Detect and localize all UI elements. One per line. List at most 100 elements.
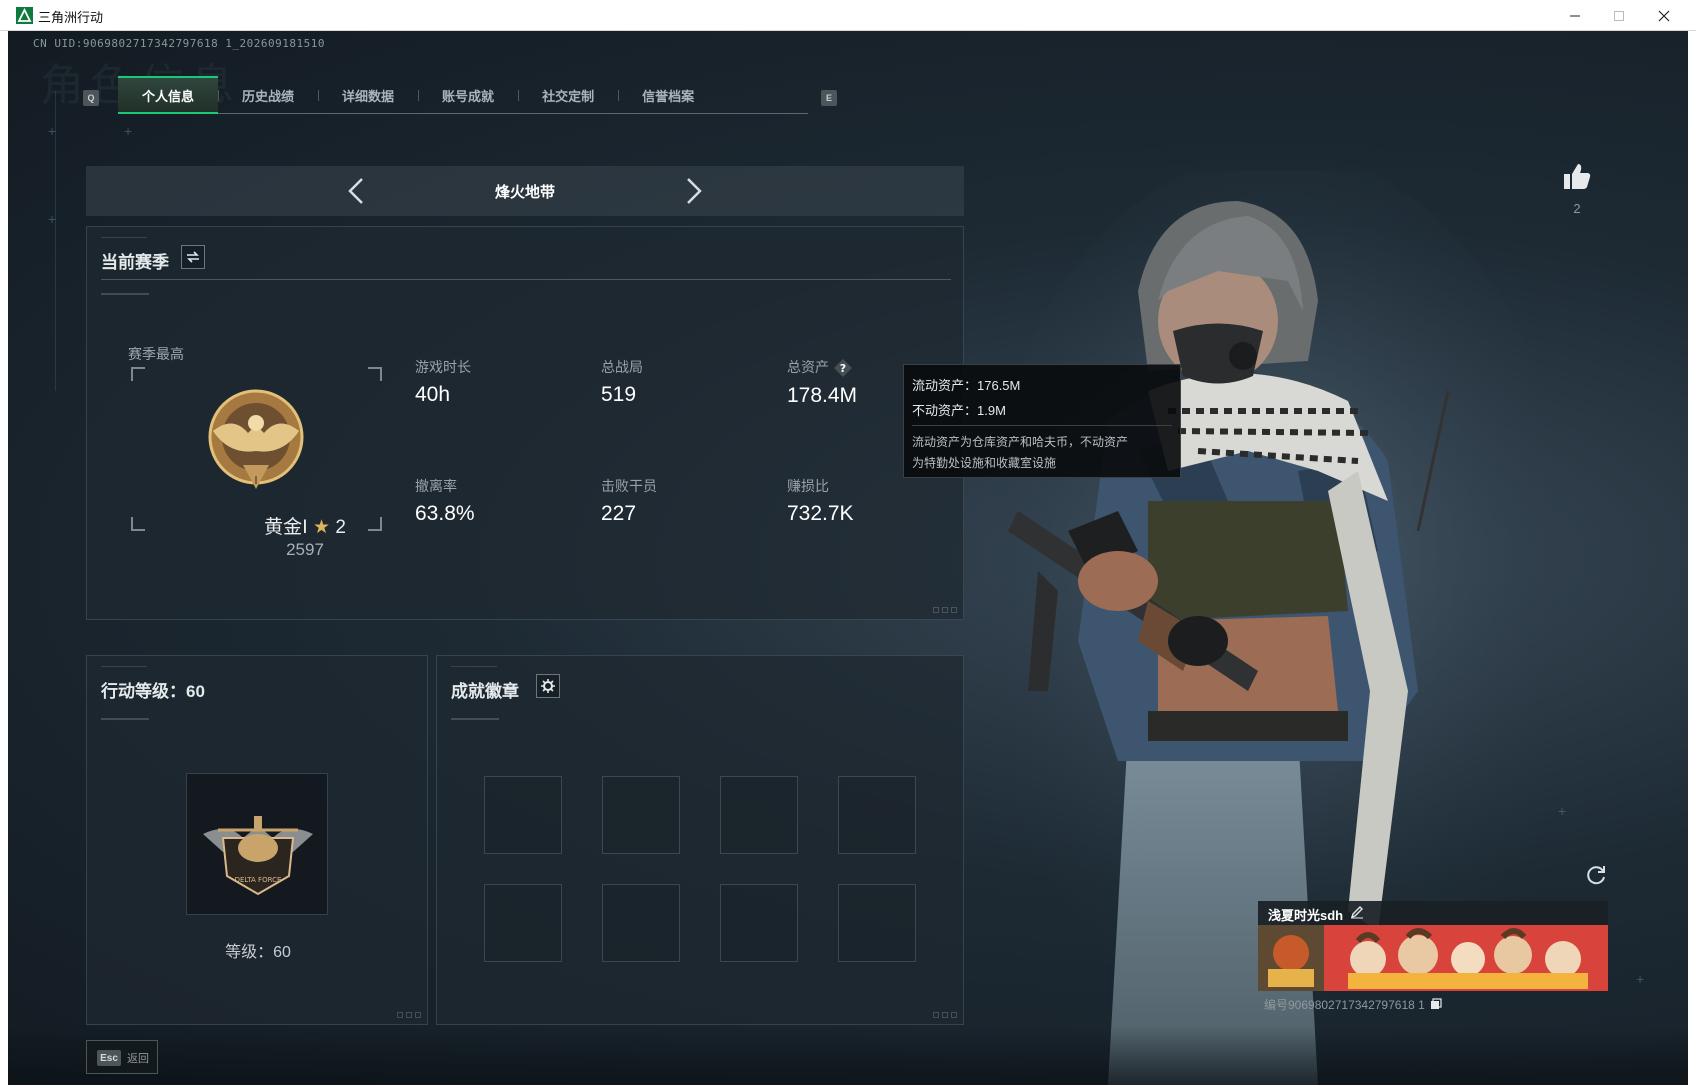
achievement-slot[interactable]: [602, 884, 680, 962]
copy-id-button[interactable]: [1430, 998, 1442, 1013]
season-switch-button[interactable]: [181, 245, 205, 269]
like-button[interactable]: [1561, 161, 1593, 193]
achievement-slot[interactable]: [720, 884, 798, 962]
achievement-slot[interactable]: [838, 776, 916, 854]
game-viewport: 角色信息 CN UID:9069802717342797618 1_202609…: [8, 31, 1688, 1085]
stat-value: 732.7K: [787, 502, 854, 525]
level-emblem: DELTA FORCE: [186, 773, 328, 915]
stat-value: 178.4M: [787, 384, 858, 408]
minimize-button[interactable]: [1553, 4, 1597, 28]
stat-label-row: 总资产?: [787, 357, 857, 378]
tooltip-liquid-assets: 流动资产：176.5M: [912, 378, 1021, 393]
like-count: 2: [1573, 201, 1581, 216]
esc-key: Esc: [97, 1050, 121, 1066]
mode-next-button[interactable]: [679, 176, 709, 206]
achievement-slot[interactable]: [484, 776, 562, 854]
panel-corner-deco: [933, 607, 957, 613]
player-name: 浅夏时光sdh: [1268, 908, 1344, 923]
tooltip-divider: [912, 425, 1172, 426]
back-button[interactable]: Esc 返回: [86, 1040, 158, 1074]
level-value: 等级：60: [225, 944, 291, 961]
tab-credit-record[interactable]: 信誉档案: [618, 76, 718, 114]
stat-label: 撤离率: [415, 478, 457, 494]
tab-label: 社交定制: [542, 88, 595, 104]
gold-rank-emblem-icon: I: [208, 389, 304, 489]
tab-detailed-data[interactable]: 详细数据: [318, 76, 418, 114]
gear-icon: [541, 679, 555, 693]
svg-text:I: I: [254, 474, 257, 487]
tab-social-customization[interactable]: 社交定制: [518, 76, 618, 114]
panel-deco: [101, 293, 149, 295]
achievement-slot[interactable]: [484, 884, 562, 962]
maximize-button[interactable]: [1597, 4, 1641, 28]
season-best-rank: 黄金Ⅰ ★ 2: [205, 512, 405, 539]
achievement-slot[interactable]: [720, 776, 798, 854]
deco-plus: +: [1558, 803, 1567, 819]
tab-label: 详细数据: [342, 88, 395, 104]
player-id-text: 编号9069802717342797618 1: [1264, 998, 1425, 1012]
panel-corner-deco: [397, 1012, 421, 1018]
maximize-icon: [1614, 11, 1624, 21]
action-level-header: 行动等级：60: [101, 682, 205, 701]
tooltip-fixed-assets: 不动资产：1.9M: [912, 403, 1006, 418]
refresh-icon: [1587, 866, 1605, 885]
title-bar: 三角洲行动: [0, 0, 1696, 31]
panel-deco: [101, 237, 147, 238]
edit-name-button[interactable]: [1350, 905, 1364, 924]
profile-banner-image[interactable]: [1258, 925, 1608, 991]
tooltip-description: 流动资产为仓库资产和哈夫币，不动资产: [912, 435, 1129, 449]
back-label: 返回: [127, 1053, 149, 1065]
frame-corner: [131, 367, 145, 381]
stat-play-time: 游戏时长 40h: [415, 357, 471, 407]
game-window: 三角洲行动 角色信息 CN UID:9069802717342797618 1_…: [0, 0, 1696, 1089]
stat-label: 总资产: [787, 359, 829, 375]
refresh-button[interactable]: [1584, 863, 1608, 887]
deco-line: [55, 91, 56, 391]
window-title: 三角洲行动: [38, 10, 104, 25]
stat-value: 519: [601, 383, 637, 406]
achievement-slot[interactable]: [602, 776, 680, 854]
action-level-panel: 行动等级：60 DELTA FORCE 等级：60: [86, 655, 428, 1025]
season-best-label: 赛季最高: [128, 346, 184, 362]
minimize-icon: [1570, 15, 1580, 17]
stat-value: 40h: [415, 383, 451, 406]
achievement-settings-button[interactable]: [536, 674, 560, 698]
tab-label: 历史战绩: [242, 88, 295, 104]
stat-label: 击败干员: [601, 478, 657, 494]
current-season-panel: 当前赛季 赛季最高 I 黄金Ⅰ ★ 2 2597 游戏时长 40h 总战局 51…: [86, 226, 964, 620]
tab-label: 信誉档案: [642, 88, 695, 104]
deco-plus: +: [1636, 971, 1645, 987]
tab-personal-info[interactable]: 个人信息: [118, 76, 219, 114]
panel-deco: [101, 718, 149, 720]
tab-bar: 个人信息 历史战绩 详细数据 账号成就 社交定制 信誉档案: [118, 76, 808, 114]
stat-total-matches: 总战局 519: [601, 357, 643, 407]
divider: [101, 279, 951, 280]
tooltip-description: 为特勤处设施和收藏室设施: [912, 456, 1057, 470]
stat-value: 227: [601, 502, 637, 525]
star-icon: ★: [312, 517, 331, 538]
close-icon: [1658, 10, 1670, 22]
svg-text:?: ?: [840, 362, 846, 375]
close-button[interactable]: [1642, 4, 1686, 28]
chevron-right-icon: [687, 178, 702, 204]
player-id: 编号9069802717342797618 1: [1264, 996, 1442, 1013]
stat-value: 63.8%: [415, 502, 475, 525]
frame-corner: [131, 517, 145, 531]
achievement-slot[interactable]: [838, 884, 916, 962]
panel-corner-deco: [933, 1012, 957, 1018]
deco-plus: +: [124, 123, 133, 139]
tab-prev-key[interactable]: Q: [83, 90, 99, 106]
tab-account-achievements[interactable]: 账号成就: [418, 76, 518, 114]
panel-deco: [451, 718, 499, 720]
rank-score: 2597: [286, 540, 324, 559]
mode-title: 烽火地带: [494, 184, 555, 201]
help-button[interactable]: ?: [833, 358, 853, 378]
mode-selector: 烽火地带: [86, 166, 964, 216]
tab-match-history[interactable]: 历史战绩: [218, 76, 318, 114]
achievement-badges-panel: 成就徽章: [436, 655, 964, 1025]
tab-next-key[interactable]: E: [821, 90, 837, 106]
app-logo-icon: [16, 7, 33, 24]
uid-label: CN UID:9069802717342797618 1_20260918151…: [33, 37, 326, 50]
emblem-text: DELTA FORCE: [235, 876, 282, 884]
rank-stars: 2: [335, 517, 346, 538]
